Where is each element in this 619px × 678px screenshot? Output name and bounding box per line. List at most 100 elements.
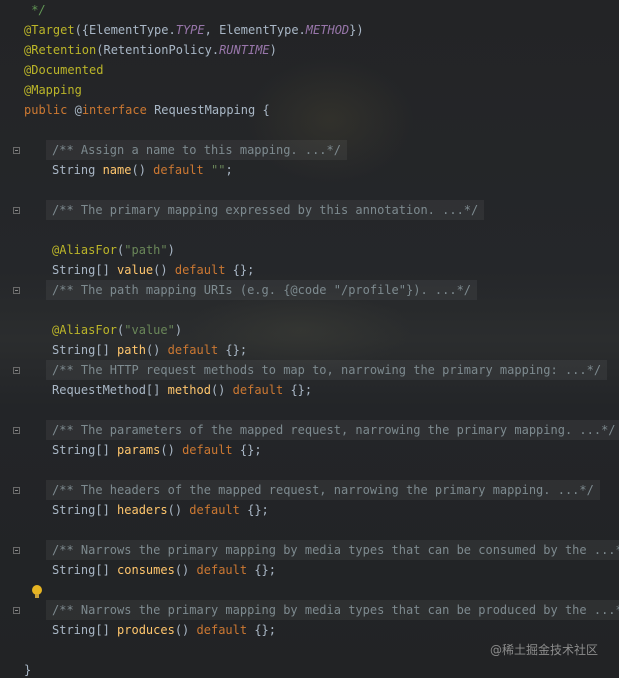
alias-argument: "path" (124, 243, 168, 257)
parens: () (174, 563, 197, 577)
interface-keyword: interface (81, 103, 147, 117)
signature-line-headers: String[] headers() default {}; (52, 500, 269, 520)
doc-comment-method[interactable]: /** The HTTP request methods to map to, … (46, 360, 608, 380)
code-line-target: @Target({ElementType.TYPE, ElementType.M… (24, 20, 364, 40)
method-name[interactable]: method (168, 383, 211, 397)
fold-marker-icon[interactable] (13, 547, 20, 554)
retention-annotation: @Retention (24, 43, 97, 57)
signature-line-name: String name() default ""; (52, 160, 233, 180)
signature-line-method: RequestMethod[] method() default {}; (52, 380, 312, 400)
method-name[interactable]: params (117, 443, 160, 457)
alias-paren-close: ) (167, 243, 175, 257)
target-open: ({ElementType. (74, 23, 176, 37)
default-keyword: default (232, 383, 284, 397)
default-keyword: default (196, 623, 248, 637)
default-keyword: default (189, 503, 240, 517)
signature-end: {}; (239, 503, 269, 517)
signature-end: {}; (283, 383, 313, 397)
documented-annotation: @Documented (24, 63, 104, 77)
return-type: String[] (52, 263, 118, 277)
code-line-declaration: public @interface RequestMapping { (24, 100, 270, 120)
default-keyword: default (153, 163, 204, 177)
code-line-comment-close: */ (24, 0, 46, 20)
default-keyword: default (174, 263, 226, 277)
fold-marker-icon[interactable] (13, 607, 20, 614)
fold-marker-icon[interactable] (13, 427, 20, 434)
doc-comment-produces[interactable]: /** Narrows the primary mapping by media… (46, 600, 619, 620)
default-keyword: default (182, 443, 233, 457)
watermark: @稀土掘金技术社区 (489, 643, 598, 657)
doc-comment-headers[interactable]: /** The headers of the mapped request, n… (46, 480, 600, 500)
alias-argument: "value" (124, 323, 175, 337)
target-method-constant: METHOD (305, 23, 350, 37)
alias-annotation: @AliasFor (52, 243, 118, 257)
retention-close: ) (269, 43, 277, 57)
method-name[interactable]: consumes (117, 563, 175, 577)
code-editor[interactable]: */ @Target({ElementType.TYPE, ElementTyp… (0, 0, 619, 678)
signature-line-value: String[] value() default {}; (52, 260, 254, 280)
signature-line-produces: String[] produces() default {}; (52, 620, 276, 640)
alias-annotation: @AliasFor (52, 323, 118, 337)
doc-comment-consumes[interactable]: /** Narrows the primary mapping by media… (46, 540, 619, 560)
editor-gutter (0, 0, 24, 678)
code-line-retention: @Retention(RetentionPolicy.RUNTIME) (24, 40, 277, 60)
doc-comment-value[interactable]: /** The primary mapping expressed by thi… (46, 200, 485, 220)
fold-marker-icon[interactable] (13, 487, 20, 494)
return-type: String[] (52, 623, 118, 637)
target-type-constant: TYPE (175, 23, 205, 37)
fold-marker-icon[interactable] (13, 367, 20, 374)
target-separator: , ElementType. (204, 23, 306, 37)
comment-close: */ (24, 3, 46, 17)
method-name[interactable]: produces (117, 623, 175, 637)
return-type: String[] (52, 443, 118, 457)
parens: () (210, 383, 233, 397)
target-annotation: @Target (24, 23, 75, 37)
code-line-documented: @Documented (24, 60, 103, 80)
parens: () (160, 443, 183, 457)
fold-marker-icon[interactable] (13, 147, 20, 154)
signature-line-consumes: String[] consumes() default {}; (52, 560, 276, 580)
return-type: RequestMethod[] (52, 383, 168, 397)
signature-line-params: String[] params() default {}; (52, 440, 262, 460)
mapping-annotation: @Mapping (24, 83, 82, 97)
fold-marker-icon[interactable] (13, 207, 20, 214)
at-sign: @ (67, 103, 82, 117)
alias-line-value: @AliasFor("path") (52, 240, 175, 260)
return-type: String[] (52, 503, 118, 517)
return-type: String[] (52, 563, 118, 577)
target-close: }) (349, 23, 364, 37)
doc-comment-path[interactable]: /** The path mapping URIs (e.g. {@code "… (46, 280, 478, 300)
default-value: "" (203, 163, 226, 177)
parens: () (131, 163, 154, 177)
signature-end: ; (225, 163, 233, 177)
method-name[interactable]: value (117, 263, 153, 277)
public-keyword: public (24, 103, 68, 117)
default-keyword: default (167, 343, 219, 357)
closing-brace: } (24, 663, 32, 677)
signature-line-path: String[] path() default {}; (52, 340, 247, 360)
signature-end: {}; (218, 343, 248, 357)
parens: () (153, 263, 175, 277)
method-name[interactable]: headers (117, 503, 168, 517)
code-line-mapping: @Mapping (24, 80, 82, 100)
code-line-closing-brace: } (24, 660, 31, 678)
method-name[interactable]: path (117, 343, 146, 357)
signature-end: {}; (247, 623, 276, 637)
return-type: String (52, 163, 103, 177)
doc-comment-params[interactable]: /** The parameters of the mapped request… (46, 420, 619, 440)
signature-end: {}; (247, 563, 276, 577)
method-name[interactable]: name (103, 163, 132, 177)
alias-paren-close: ) (174, 323, 183, 337)
parens: () (145, 343, 168, 357)
signature-end: {}; (225, 263, 255, 277)
default-keyword: default (196, 563, 248, 577)
doc-comment-name[interactable]: /** Assign a name to this mapping. ...*/ (46, 140, 347, 160)
fold-marker-icon[interactable] (13, 287, 20, 294)
interface-name: RequestMapping { (146, 103, 270, 117)
signature-end: {}; (232, 443, 262, 457)
lightbulb-icon[interactable] (31, 584, 43, 600)
parens: () (174, 623, 197, 637)
retention-runtime-constant: RUNTIME (219, 43, 270, 57)
return-type: String[] (52, 343, 118, 357)
retention-open: (RetentionPolicy. (96, 43, 220, 57)
